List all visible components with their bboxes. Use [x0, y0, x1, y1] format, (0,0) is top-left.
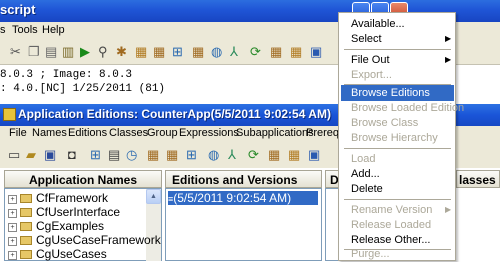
- menu-item-browse-loaded-edition: Browse Loaded Edition: [351, 102, 465, 114]
- expand-icon[interactable]: +: [8, 237, 17, 246]
- hierarchy-icon-2[interactable]: ⊞: [90, 147, 101, 162]
- apps-icon-2[interactable]: ▦: [268, 147, 280, 162]
- menu-separator-glyph: s: [0, 24, 6, 36]
- menu-item-browse-hierarchy: Browse Hierarchy: [351, 132, 438, 144]
- group-icon[interactable]: ▦: [290, 44, 302, 59]
- menu-names[interactable]: Names: [32, 127, 67, 139]
- menu-expressions[interactable]: Expressions: [179, 127, 239, 139]
- tree-icon-2[interactable]: ⊞: [186, 147, 197, 162]
- menu-item-browse-class: Browse Class: [351, 117, 419, 129]
- grid-icon[interactable]: ▦: [135, 44, 147, 59]
- expand-icon[interactable]: +: [8, 223, 17, 232]
- menu-item-available[interactable]: Available...: [351, 16, 405, 32]
- menu-item-file-out[interactable]: File Out: [351, 52, 390, 68]
- menu-item-purge: Purge...: [351, 248, 390, 260]
- menu-item-rename-version: Rename Version: [351, 204, 433, 216]
- camera-icon[interactable]: ◘: [68, 147, 76, 162]
- copy-icon[interactable]: ❐: [28, 44, 40, 59]
- folder-icon: [20, 236, 32, 245]
- menu-item-select[interactable]: Select: [351, 31, 382, 47]
- folder-icon: [20, 194, 32, 203]
- submenu-arrow-icon: ▶: [445, 34, 452, 43]
- menu-separator: [344, 148, 451, 149]
- menu-file[interactable]: File: [9, 127, 27, 139]
- list-item[interactable]: + CgExamples: [8, 219, 104, 234]
- scroll-up-arrow-icon[interactable]: ▲: [146, 189, 161, 204]
- refresh-icon[interactable]: ⟳: [250, 44, 261, 59]
- back-window-title: script: [0, 2, 36, 17]
- folder-icon: [20, 250, 32, 259]
- header-application-names[interactable]: Application Names: [4, 170, 162, 188]
- expand-icon[interactable]: +: [8, 251, 17, 260]
- window-icon[interactable]: ▣: [310, 44, 322, 59]
- folder-icon: [20, 208, 32, 217]
- save-icon[interactable]: ▣: [44, 147, 56, 162]
- submenu-arrow-icon: ▶: [445, 205, 452, 214]
- submenu-arrow-icon: ▶: [445, 55, 452, 64]
- menu-editions[interactable]: Editions: [68, 127, 107, 139]
- menu-separator: [344, 49, 451, 50]
- run-icon[interactable]: ▶: [80, 44, 90, 59]
- globe-icon-2[interactable]: ◍: [208, 147, 219, 162]
- classes-icon[interactable]: ▦: [153, 44, 165, 59]
- menu-classes[interactable]: Classes: [109, 127, 148, 139]
- editions-icon[interactable]: ▦: [270, 44, 282, 59]
- group-icon-2[interactable]: ▦: [288, 147, 300, 162]
- document-icon[interactable]: ▤: [108, 147, 120, 162]
- header-classes[interactable]: lasses: [456, 170, 500, 188]
- window-icon-2[interactable]: ▣: [308, 147, 320, 162]
- menu-item-add[interactable]: Add...: [351, 166, 380, 182]
- app-icon: [3, 108, 16, 121]
- back-info-line-2: : 4.0.[NC] 1/25/2011 (81): [0, 83, 166, 95]
- menu-item-export: Export...: [351, 69, 392, 81]
- expand-icon[interactable]: +: [8, 195, 17, 204]
- new-icon[interactable]: ▭: [8, 147, 20, 162]
- globe-icon[interactable]: ◍: [211, 44, 222, 59]
- apps-icon[interactable]: ▦: [192, 44, 204, 59]
- menu-help[interactable]: Help: [42, 24, 65, 36]
- clipboard-icon[interactable]: ▥: [62, 44, 74, 59]
- debug-icon[interactable]: ✱: [116, 44, 127, 59]
- edition-row-selected[interactable]: ≡(5/5/2011 9:02:54 AM): [168, 191, 318, 205]
- hierarchy-icon[interactable]: ⊞: [172, 44, 183, 59]
- menu-item-browse-editions[interactable]: Browse Editions: [351, 85, 430, 101]
- inspect-icon[interactable]: ⚲: [98, 44, 108, 59]
- list-item[interactable]: + CfFramework: [8, 191, 108, 206]
- menu-item-release-loaded: Release Loaded: [351, 219, 432, 231]
- scissors-icon[interactable]: ✂: [10, 44, 21, 59]
- clock-icon[interactable]: ◷: [126, 147, 137, 162]
- list-item[interactable]: + CfUserInterface: [8, 205, 120, 220]
- branch-icon[interactable]: ⅄: [228, 147, 236, 162]
- menu-subapplications[interactable]: Subapplications: [236, 127, 314, 139]
- classes-icon-2[interactable]: ▦: [166, 147, 178, 162]
- menu-group[interactable]: Group: [147, 127, 178, 139]
- editions-icon-2[interactable]: ▦: [147, 147, 159, 162]
- refresh-icon-2[interactable]: ⟳: [248, 147, 259, 162]
- front-window-title: Application Editions: CounterApp(5/5/201…: [18, 107, 331, 121]
- back-info-line-1: 8.0.3 ; Image: 8.0.3: [0, 69, 133, 81]
- folder-icon: [20, 222, 32, 231]
- menu-item-load: Load: [351, 153, 376, 165]
- paste-icon[interactable]: ▤: [45, 44, 57, 59]
- menu-tools[interactable]: Tools: [12, 24, 38, 36]
- menu-separator: [344, 199, 451, 200]
- expand-icon[interactable]: +: [8, 209, 17, 218]
- list-item[interactable]: + CgUseCaseFramework: [8, 233, 161, 248]
- tree-icon[interactable]: ⅄: [230, 44, 238, 59]
- menu-item-delete[interactable]: Delete: [351, 181, 383, 197]
- open-folder-icon[interactable]: ▰: [26, 147, 36, 162]
- list-item[interactable]: + CgUseCases: [8, 247, 107, 262]
- header-editions-versions[interactable]: Editions and Versions: [165, 170, 322, 188]
